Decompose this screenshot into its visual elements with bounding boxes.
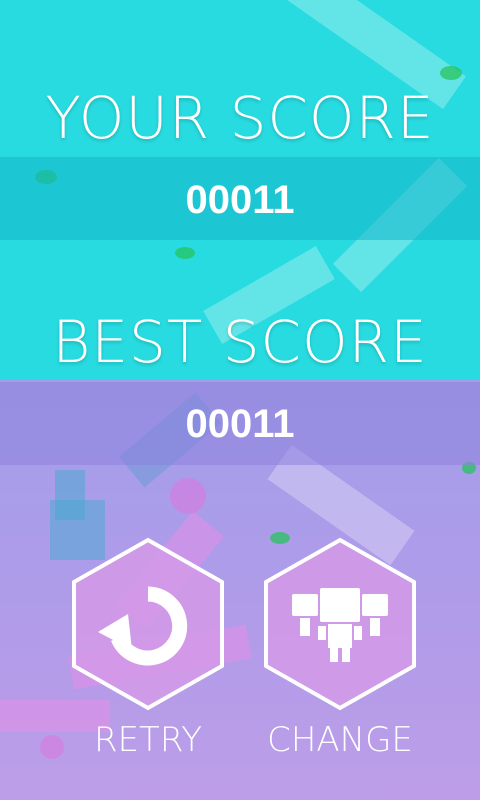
hexagon-shape (264, 537, 416, 711)
hexagon-shape (72, 537, 224, 711)
your-score-title: YOUR SCORE (45, 84, 435, 152)
tree-decoration (175, 247, 195, 259)
change-button[interactable] (262, 536, 418, 712)
change-label: CHANGE (267, 720, 413, 760)
best-score-title: BEST SCORE (52, 308, 428, 376)
ball-decoration (170, 478, 206, 514)
tree-decoration (440, 66, 462, 80)
best-score-value: 00011 (185, 402, 295, 446)
ball-decoration (40, 735, 64, 759)
retry-button[interactable] (70, 536, 226, 712)
your-score-value: 00011 (185, 178, 295, 222)
retry-label: RETRY (93, 720, 203, 760)
